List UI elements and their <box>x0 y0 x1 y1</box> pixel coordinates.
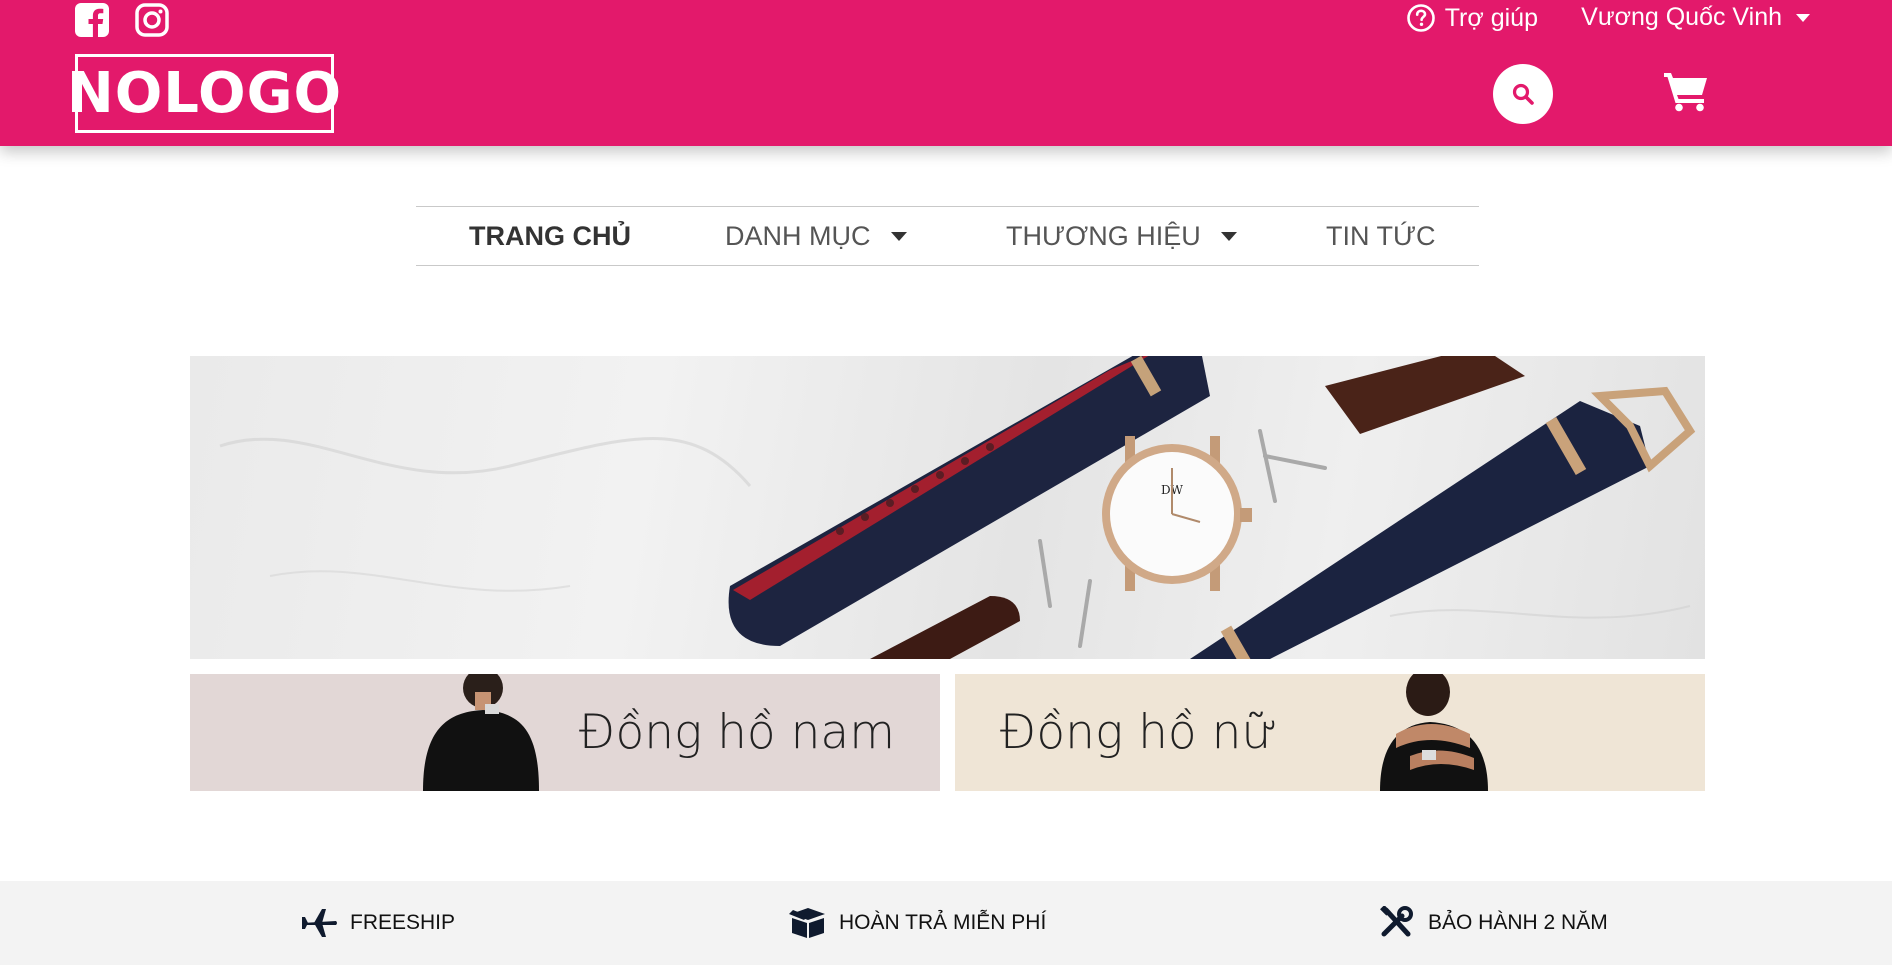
plane-icon <box>302 909 337 937</box>
feature-label: HOÀN TRẢ MIỄN PHÍ <box>839 911 1047 934</box>
help-link[interactable]: Trợ giúp <box>1406 3 1538 33</box>
shopping-cart-icon[interactable] <box>1664 70 1710 112</box>
social-links <box>74 2 170 38</box>
nav-item-label: TRANG CHỦ <box>469 220 631 251</box>
woman-model-image <box>1380 674 1488 791</box>
category-women-label: Đồng hồ nữ <box>1000 705 1278 760</box>
help-label: Trợ giúp <box>1444 3 1538 32</box>
caret-down-icon <box>1796 13 1810 22</box>
facebook-link[interactable] <box>74 2 110 38</box>
nav-item-label: THƯƠNG HIỆU <box>1006 220 1201 251</box>
feature-free-return: HOÀN TRẢ MIỄN PHÍ <box>789 881 1046 965</box>
search-button[interactable] <box>1493 64 1553 124</box>
man-model-image <box>423 674 539 791</box>
nav-item-news[interactable]: TIN TỨC <box>1326 207 1436 265</box>
hero-watch-image: DW <box>219 356 1696 659</box>
facebook-square-icon <box>75 3 109 38</box>
question-circle-icon <box>1406 4 1435 32</box>
nav-item-label: TIN TỨC <box>1326 220 1436 251</box>
feature-label: BẢO HÀNH 2 NĂM <box>1428 911 1608 934</box>
nav-item-home[interactable]: TRANG CHỦ <box>469 207 631 265</box>
feature-warranty: BẢO HÀNH 2 NĂM <box>1378 881 1608 965</box>
feature-label: FREESHIP <box>350 911 456 934</box>
hero-banner[interactable]: DW <box>190 356 1705 659</box>
nav-item-categories[interactable]: DANH MỤC <box>725 207 907 265</box>
instagram-icon <box>135 3 169 37</box>
site-logo[interactable]: NOLOGO <box>67 54 341 133</box>
caret-down-icon <box>1220 231 1237 241</box>
main-nav: TRANG CHỦ DANH MỤC THƯƠNG HIỆU TIN TỨC <box>416 206 1479 266</box>
box-icon <box>789 908 825 938</box>
instagram-link[interactable] <box>134 2 170 38</box>
search-icon <box>1512 83 1534 105</box>
category-women-banner[interactable]: Đồng hồ nữ <box>955 674 1705 791</box>
feature-freeship: FREESHIP <box>300 881 455 965</box>
nav-item-label: DANH MỤC <box>725 220 871 251</box>
user-menu[interactable]: Vương Quốc Vinh <box>1581 3 1810 32</box>
nav-item-brands[interactable]: THƯƠNG HIỆU <box>1006 207 1237 265</box>
category-men-banner[interactable]: Đồng hồ nam <box>190 674 940 791</box>
site-header: NOLOGO Trợ giúp Vương Quốc Vinh <box>0 0 1892 146</box>
features-bar: FREESHIP HOÀN TRẢ MIỄN PHÍ BẢO HÀNH 2 NĂ… <box>0 881 1892 965</box>
caret-down-icon <box>890 231 907 241</box>
user-name: Vương Quốc Vinh <box>1581 3 1782 31</box>
tools-icon <box>1380 906 1413 937</box>
category-men-label: Đồng hồ nam <box>579 705 895 760</box>
